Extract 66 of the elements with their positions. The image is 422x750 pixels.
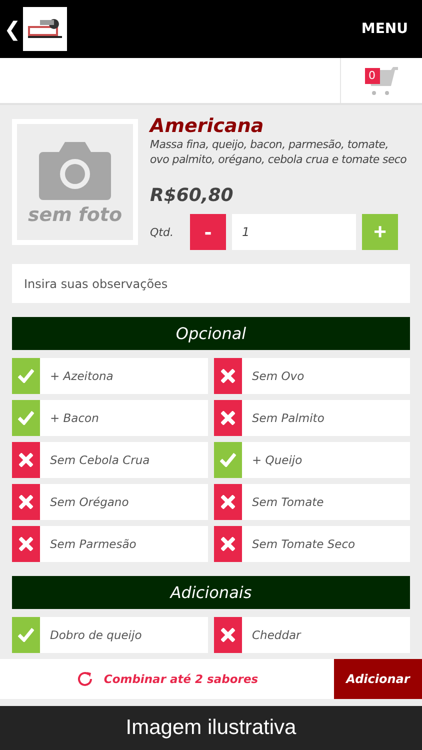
- option-item[interactable]: + Azeitona: [12, 358, 208, 394]
- exclude-toggle[interactable]: [214, 617, 242, 653]
- close-icon: [221, 369, 235, 383]
- option-item[interactable]: Sem Tomate: [214, 484, 410, 520]
- option-label: Sem Palmito: [252, 411, 324, 425]
- option-item[interactable]: Sem Parmesão: [12, 526, 208, 562]
- check-icon: [18, 369, 34, 383]
- check-icon: [18, 411, 34, 425]
- quantity-label: Qtd.: [150, 226, 174, 238]
- cart-count-badge: 0: [364, 68, 380, 84]
- include-toggle[interactable]: [12, 400, 40, 436]
- close-icon: [19, 537, 33, 551]
- notes-field[interactable]: Insira suas observações: [12, 264, 410, 303]
- menu-button[interactable]: MENU: [361, 21, 408, 37]
- option-label: Sem Parmesão: [50, 537, 136, 551]
- option-label: Sem Tomate: [252, 495, 324, 509]
- option-item[interactable]: Sem Tomate Seco: [214, 526, 410, 562]
- no-photo-text: sem foto: [28, 204, 122, 226]
- exclude-toggle[interactable]: [214, 358, 242, 394]
- include-toggle[interactable]: [12, 358, 40, 394]
- exclude-toggle[interactable]: [214, 484, 242, 520]
- option-label: + Queijo: [252, 453, 302, 467]
- option-label: Sem Orégano: [50, 495, 129, 509]
- caption-banner: Imagem ilustrativa: [0, 706, 422, 750]
- option-label: Sem Cebola Crua: [50, 453, 150, 467]
- add-button[interactable]: Adicionar: [334, 659, 422, 699]
- close-icon: [221, 411, 235, 425]
- option-label: + Bacon: [50, 411, 99, 425]
- option-item[interactable]: Sem Palmito: [214, 400, 410, 436]
- option-label: Dobro de queijo: [50, 628, 142, 642]
- exclude-toggle[interactable]: [214, 400, 242, 436]
- decrease-button[interactable]: -: [190, 214, 226, 250]
- option-label: Sem Tomate Seco: [252, 537, 356, 551]
- check-icon: [220, 453, 236, 467]
- product-name: Americana: [150, 115, 265, 137]
- option-label: + Azeitona: [50, 369, 114, 383]
- cart-button[interactable]: 0: [364, 66, 398, 96]
- include-toggle[interactable]: [12, 617, 40, 653]
- section-header: Opcional: [12, 317, 410, 350]
- product-price: R$60,80: [150, 185, 234, 206]
- refresh-icon: [76, 670, 94, 688]
- close-icon: [221, 495, 235, 509]
- exclude-toggle[interactable]: [214, 526, 242, 562]
- include-toggle[interactable]: [214, 442, 242, 478]
- section-header: Adicionais: [12, 576, 410, 609]
- exclude-toggle[interactable]: [12, 442, 40, 478]
- option-item[interactable]: Sem Orégano: [12, 484, 208, 520]
- option-label: Cheddar: [252, 628, 301, 642]
- exclude-toggle[interactable]: [12, 526, 40, 562]
- check-icon: [18, 628, 34, 642]
- option-item[interactable]: + Queijo: [214, 442, 410, 478]
- logo-drawing: [26, 18, 64, 40]
- close-icon: [221, 537, 235, 551]
- option-label: Sem Ovo: [252, 369, 304, 383]
- option-item[interactable]: Cheddar: [214, 617, 410, 653]
- option-item[interactable]: Sem Cebola Crua: [12, 442, 208, 478]
- option-item[interactable]: Sem Ovo: [214, 358, 410, 394]
- option-item[interactable]: + Bacon: [12, 400, 208, 436]
- quantity-field[interactable]: 1: [232, 214, 356, 250]
- close-icon: [221, 628, 235, 642]
- close-icon: [19, 453, 33, 467]
- back-button[interactable]: ❮: [4, 17, 21, 41]
- product-description: Massa fina, queijo, bacon, parmesão, tomate, ovo palmito, orégano, cebola crua e tomate seco: [150, 137, 408, 167]
- option-item[interactable]: Dobro de queijo: [12, 617, 208, 653]
- close-icon: [19, 495, 33, 509]
- exclude-toggle[interactable]: [12, 484, 40, 520]
